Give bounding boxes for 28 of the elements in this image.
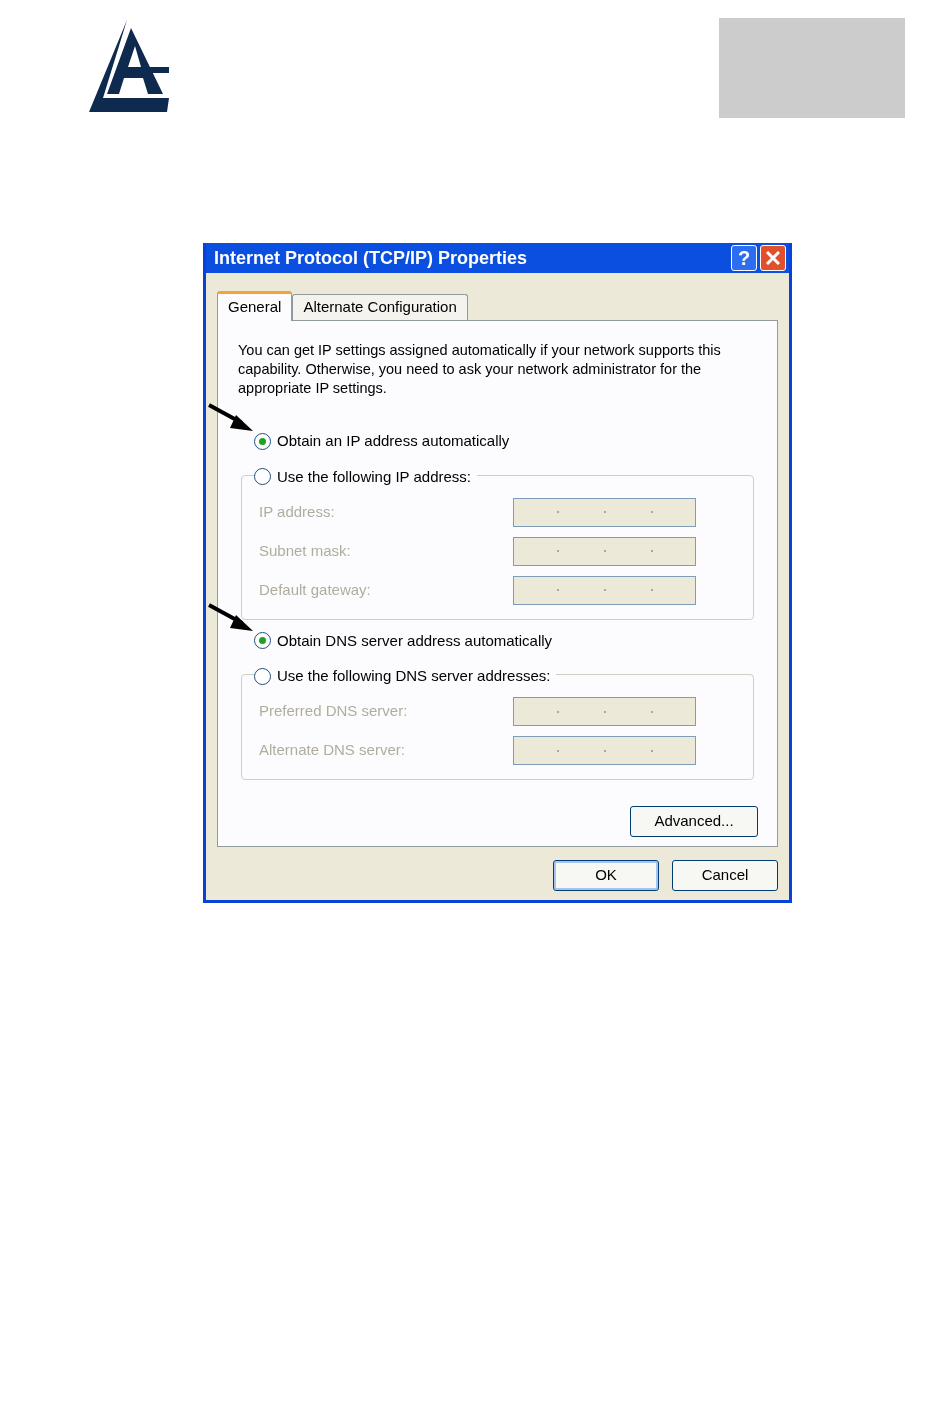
field-label: Default gateway: [259, 579, 372, 600]
radio-button[interactable] [254, 468, 271, 486]
dialog-button[interactable]: OK [553, 860, 659, 891]
advanced-button[interactable]: Advanced... [630, 806, 758, 837]
tab[interactable]: Alternate Configuration [292, 294, 468, 320]
close-button[interactable] [760, 245, 786, 271]
radio-button[interactable] [254, 432, 271, 450]
ip-address-field[interactable] [513, 697, 696, 726]
dialog-button[interactable]: Cancel [672, 860, 778, 891]
field-label: IP address: [259, 501, 336, 522]
radio-label: Use the following IP address: [277, 466, 471, 487]
radio-label: Obtain an IP address automatically [277, 431, 510, 451]
radio-label: Use the following DNS server addresses: [277, 666, 551, 686]
close-icon [766, 251, 780, 265]
radio-label: Obtain DNS server address automatically [277, 630, 553, 651]
ip-address-field[interactable] [513, 536, 696, 566]
help-button[interactable]: ? [731, 245, 757, 271]
window-title: Internet Protocol (TCP/IP) Properties [214, 246, 528, 270]
radio-button[interactable] [254, 667, 271, 685]
field-label: Alternate DNS server: [259, 740, 406, 761]
tab[interactable]: General [217, 291, 293, 321]
field-label: Preferred DNS server: [259, 701, 409, 722]
radio-button[interactable] [254, 632, 271, 650]
ip-address-field[interactable] [513, 736, 696, 765]
description-text: You can get IP settings assigned automatically if your network supports this capability. Otherwise, you need to ask your network administrator for the appropriate IP settings. [237, 341, 722, 398]
ip-address-field[interactable] [513, 575, 696, 605]
field-label: Subnet mask: [259, 540, 352, 561]
ip-address-field[interactable] [513, 497, 696, 527]
